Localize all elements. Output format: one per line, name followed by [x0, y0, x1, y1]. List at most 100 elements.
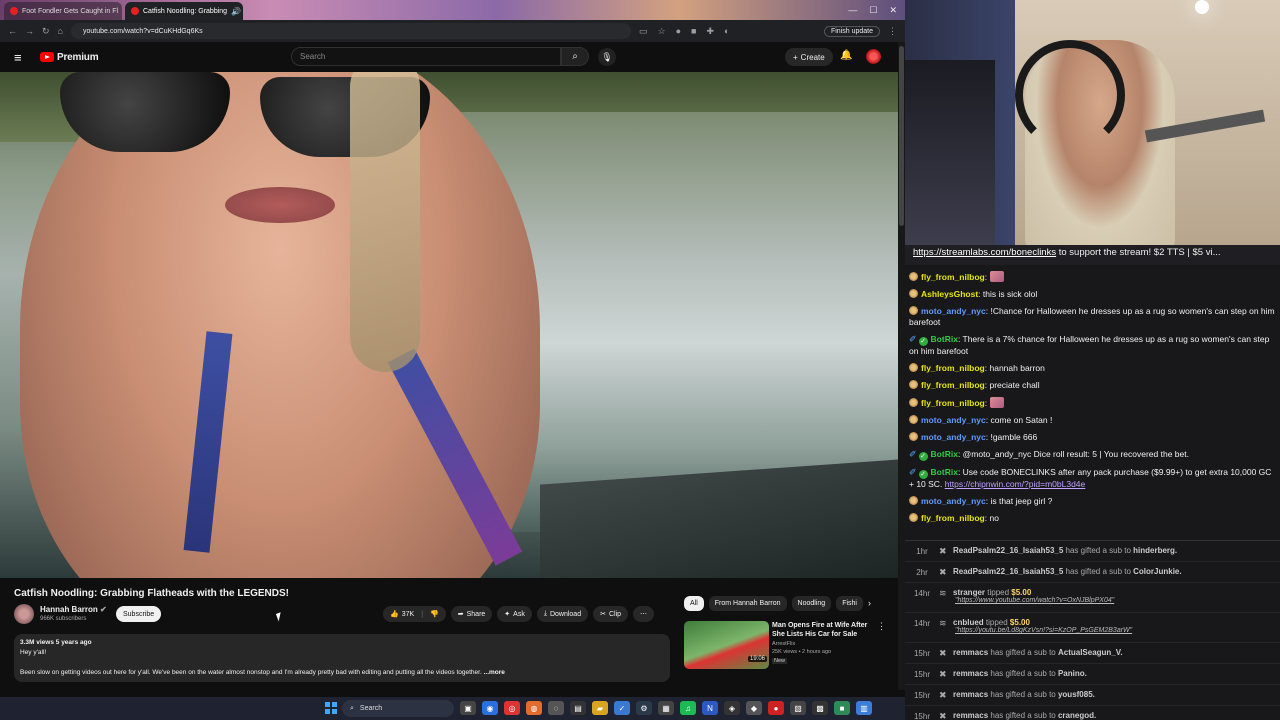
maximize-icon[interactable]: ☐: [869, 5, 877, 16]
app-icon[interactable]: ◈: [724, 701, 740, 715]
logo-text: Premium: [57, 51, 99, 63]
app-icon[interactable]: ▦: [658, 701, 674, 715]
create-button[interactable]: + Create: [785, 48, 833, 66]
chip-noodling[interactable]: Noodling: [791, 596, 832, 611]
chat-username[interactable]: BotRix: [931, 449, 958, 459]
windows-start-icon[interactable]: [325, 702, 337, 714]
speaker-icon[interactable]: 🔊: [231, 7, 241, 16]
hamburger-menu-icon[interactable]: ≡: [14, 50, 34, 65]
chat-username[interactable]: moto_andy_nyc: [921, 415, 986, 425]
kebab-menu-icon[interactable]: ⋮: [888, 26, 897, 37]
terminal-icon[interactable]: ▤: [570, 701, 586, 715]
scrollbar-thumb[interactable]: [899, 46, 904, 226]
search-input[interactable]: Search: [291, 47, 561, 66]
kebab-menu-icon[interactable]: ⋮: [877, 621, 886, 632]
chat-username[interactable]: AshleysGhost: [921, 289, 978, 299]
app-icon[interactable]: ▧: [790, 701, 806, 715]
chat-username[interactable]: BotRix: [931, 334, 958, 344]
browser-tab-1[interactable]: Foot Fondler Gets Caught in Fl ✕: [4, 2, 122, 20]
app-icon[interactable]: ●: [768, 701, 784, 715]
video-description[interactable]: 3.3M views 5 years ago Hey y'all! Been s…: [14, 634, 670, 682]
chip-from-channel[interactable]: From Hannah Barron: [708, 596, 787, 611]
chip-all[interactable]: All: [684, 596, 704, 611]
cast-icon[interactable]: ▭: [639, 26, 648, 37]
chat-username[interactable]: fly_from_nilbog: [921, 272, 985, 282]
youtube-logo[interactable]: Premium: [40, 51, 99, 63]
extension-icon[interactable]: ■: [691, 26, 696, 37]
streamlabs-link[interactable]: https://streamlabs.com/boneclinks: [913, 247, 1056, 258]
app-icon[interactable]: ▥: [856, 701, 872, 715]
app-icon[interactable]: N: [702, 701, 718, 715]
event-time: 14hr: [913, 589, 930, 598]
chip-fishing[interactable]: Fishi: [836, 596, 863, 611]
video-player[interactable]: [0, 72, 898, 578]
like-button[interactable]: 👍 37K | 👎: [383, 606, 446, 622]
youtube-favicon-icon: [131, 7, 139, 15]
chevron-right-icon[interactable]: ›: [868, 598, 871, 608]
close-window-icon[interactable]: ✕: [889, 5, 897, 16]
app-icon[interactable]: ✓: [614, 701, 630, 715]
notifications-bell-icon[interactable]: 🔔: [840, 50, 852, 61]
voice-search-button[interactable]: 🎙: [598, 48, 616, 66]
minimize-icon[interactable]: —: [848, 5, 857, 16]
video-title: Catfish Noodling: Grabbing Flatheads wit…: [14, 588, 289, 599]
ask-button[interactable]: ✦ Ask: [497, 606, 532, 622]
chat-username[interactable]: fly_from_nilbog: [921, 398, 985, 408]
more-actions-button[interactable]: ⋯: [633, 606, 655, 622]
user-badge-icon: [909, 289, 918, 298]
share-button[interactable]: ➦ Share: [450, 606, 493, 622]
subscribe-button[interactable]: Subscribe: [116, 606, 162, 622]
app-icon[interactable]: ◌: [548, 701, 564, 715]
channel-name[interactable]: Hannah Barron ✔: [40, 605, 107, 614]
browser-tab-2[interactable]: Catfish Noodling: Grabbing 🔊 ✕: [125, 2, 243, 20]
chat-username[interactable]: fly_from_nilbog: [921, 363, 985, 373]
search-button[interactable]: ⌕: [561, 47, 589, 66]
finish-update-button[interactable]: Finish update: [823, 25, 880, 37]
browser-tab-bar: Foot Fondler Gets Caught in Fl ✕ Catfish…: [0, 0, 905, 20]
thumbs-down-icon[interactable]: 👎: [430, 610, 439, 618]
taskbar-search[interactable]: ⌕ Search: [342, 700, 454, 717]
app-icon[interactable]: ◆: [746, 701, 762, 715]
folder-icon[interactable]: ▰: [592, 701, 608, 715]
app-icon[interactable]: ▩: [812, 701, 828, 715]
extension-icon[interactable]: ●: [676, 26, 681, 37]
back-icon[interactable]: ←: [8, 26, 17, 36]
channel-avatar[interactable]: [14, 604, 34, 624]
chat-username[interactable]: moto_andy_nyc: [921, 432, 986, 442]
profile-icon[interactable]: ◐: [724, 26, 729, 37]
chat-message: ✐ ✓ BotRix: Use code BONECLINKS after any …: [909, 467, 1272, 489]
chrome-icon[interactable]: ◎: [504, 701, 520, 715]
star-icon[interactable]: ☆: [658, 26, 666, 37]
pin-icon: ✐: [909, 467, 917, 477]
address-bar[interactable]: youtube.com/watch?v=dCuKHdGq6Ks: [70, 23, 631, 39]
home-icon[interactable]: ⌂: [58, 26, 63, 36]
download-button[interactable]: ⤓ Download: [536, 606, 589, 622]
chat-username[interactable]: fly_from_nilbog: [921, 513, 985, 523]
chat-username[interactable]: fly_from_nilbog: [921, 380, 985, 390]
verified-icon: ✔: [100, 605, 107, 614]
search-placeholder: Search: [300, 52, 326, 61]
recommended-video[interactable]: 19:06 Man Opens Fire at Wife After She L…: [684, 621, 886, 669]
chat-link[interactable]: https://chipnwin.com/?pid=m0bL3d4e: [945, 479, 1086, 489]
chat-username[interactable]: BotRix: [931, 467, 958, 477]
chat-message: AshleysGhost: this is sick olol: [909, 286, 1276, 303]
task-view-icon[interactable]: ▣: [460, 701, 476, 715]
forward-icon[interactable]: →: [25, 26, 34, 36]
screen: Foot Fondler Gets Caught in Fl ✕ Catfish…: [0, 0, 1280, 720]
app-icon[interactable]: ◍: [526, 701, 542, 715]
clip-button[interactable]: ✂ Clip: [593, 606, 629, 622]
chat-username[interactable]: moto_andy_nyc: [921, 306, 986, 316]
app-icon[interactable]: ■: [834, 701, 850, 715]
more-link[interactable]: ...more: [484, 669, 505, 676]
puzzle-icon[interactable]: ✚: [706, 26, 714, 37]
steam-icon[interactable]: ⚙: [636, 701, 652, 715]
video-info: Catfish Noodling: Grabbing Flatheads wit…: [0, 578, 905, 690]
reload-icon[interactable]: ↻: [42, 26, 50, 37]
edge-icon[interactable]: ◉: [482, 701, 498, 715]
spotify-icon[interactable]: ♫: [680, 701, 696, 715]
chat-message: moto_andy_nyc: !Chance for Halloween he …: [909, 306, 1275, 327]
chat-username[interactable]: moto_andy_nyc: [921, 496, 986, 506]
chat-message: moto_andy_nyc: is that jeep girl ?: [909, 493, 1276, 510]
event-time: 2hr: [916, 568, 928, 577]
user-avatar[interactable]: [866, 49, 881, 64]
